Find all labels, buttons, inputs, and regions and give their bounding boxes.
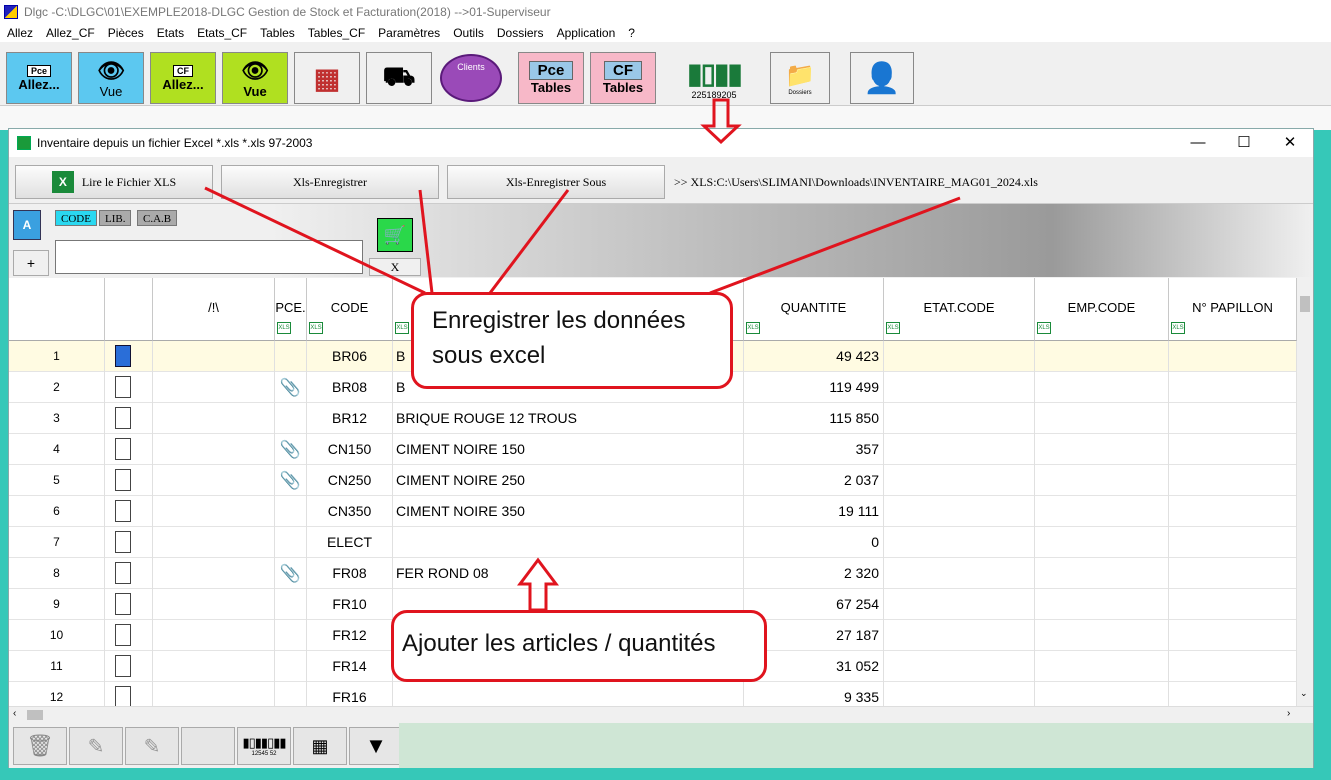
arrow-line-lire [204,186,426,295]
arrow-up-icon [517,557,559,612]
arrow-line-path [709,196,961,295]
arrow-line-enregistrer-sous [488,189,570,294]
arrow-down-icon [700,98,742,145]
arrow-line-enregistrer [418,189,434,294]
annotation-save-callout: Enregistrer les données sous excel [411,292,733,389]
annotation-add-callout: Ajouter les articles / quantités [391,610,767,682]
